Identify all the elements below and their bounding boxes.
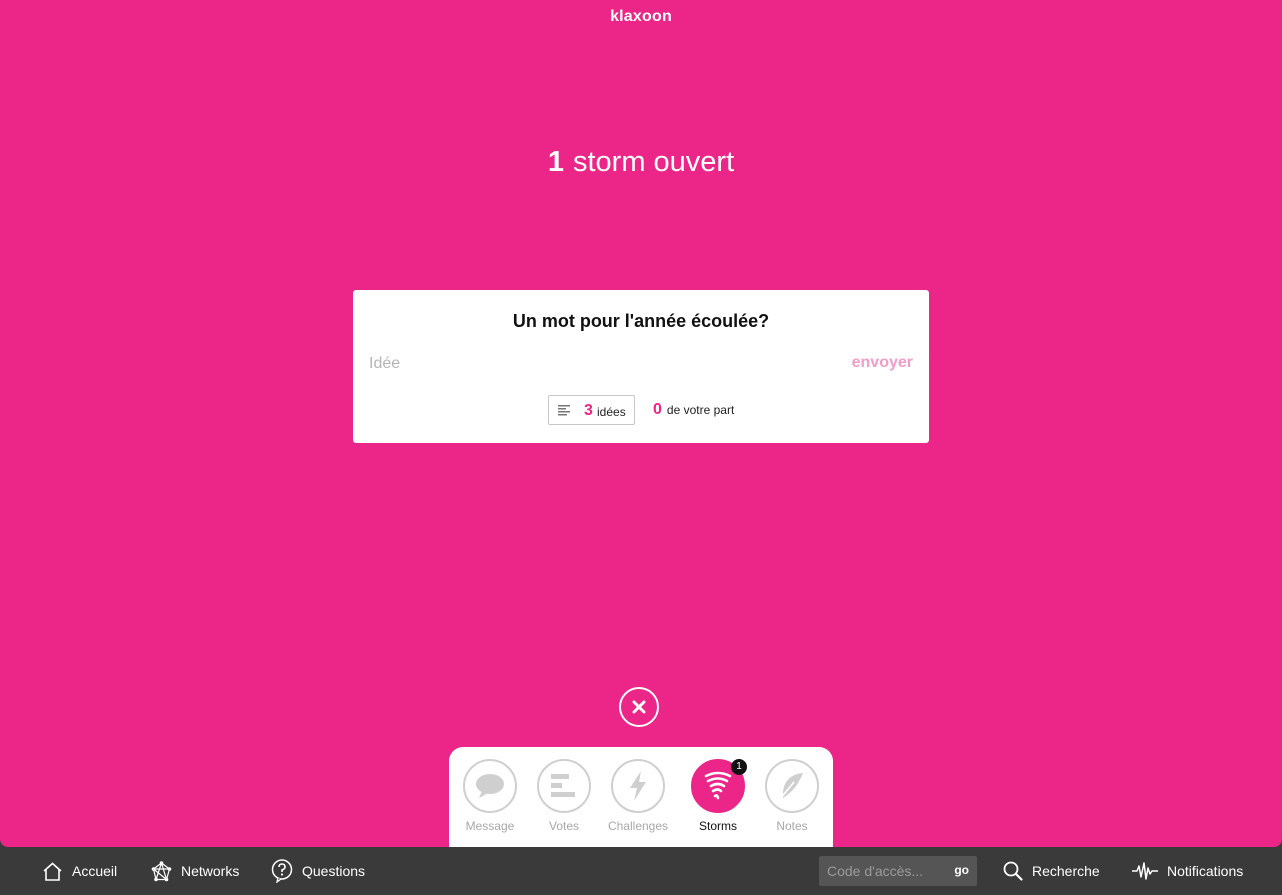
tool-message[interactable]: Message [453, 759, 527, 833]
access-code-input[interactable] [827, 861, 945, 881]
ideas-label: idées [597, 405, 626, 419]
my-ideas: 0 de votre part [653, 401, 734, 419]
page-title: 1 storm ouvert [0, 146, 1282, 179]
tool-storms[interactable]: 1 Storms [681, 759, 755, 833]
pulse-icon [1132, 862, 1158, 880]
idea-input[interactable] [369, 352, 829, 376]
tool-notes[interactable]: Notes [755, 759, 829, 833]
storm-question: Un mot pour l'année écoulée? [512, 311, 770, 331]
tool-challenges[interactable]: Challenges [601, 759, 675, 833]
klaxoon-logo[interactable]: klaxoon [0, 8, 1282, 26]
feather-icon [779, 773, 803, 800]
search-icon [1003, 861, 1023, 881]
ideas-list-button[interactable]: 3 idées [548, 395, 635, 425]
nav-networks-label: Networks [181, 863, 240, 879]
speech-bubble-icon [476, 774, 504, 798]
nav-home-label: Accueil [72, 863, 118, 879]
storm-card: Un mot pour l'année écoulée? envoyer 3 i… [353, 290, 929, 443]
home-icon [43, 861, 62, 881]
question-icon [271, 859, 293, 883]
nav-search[interactable]: Recherche [1003, 847, 1100, 895]
nav-notifications[interactable]: Notifications [1132, 847, 1243, 895]
tool-challenges-label: Challenges [607, 819, 669, 833]
tool-storms-label: Storms [698, 819, 737, 833]
nav-questions[interactable]: Questions [271, 847, 365, 895]
go-button[interactable]: go [954, 863, 969, 877]
close-button[interactable] [619, 687, 659, 727]
nav-networks[interactable]: Networks [151, 847, 239, 895]
lightning-icon [630, 771, 646, 801]
list-icon [558, 405, 570, 416]
open-storms-label: storm ouvert [572, 146, 735, 178]
my-ideas-label: de votre part [666, 403, 735, 417]
nav-search-label: Recherche [1032, 863, 1100, 879]
my-ideas-count: 0 [653, 401, 662, 418]
tools-tray: Message Votes Challenges 1 Storms Notes [449, 747, 833, 847]
send-button[interactable]: envoyer [852, 354, 913, 372]
nav-questions-label: Questions [302, 863, 366, 879]
tornado-icon [704, 771, 732, 800]
bars-icon [551, 774, 575, 797]
bottom-nav: Accueil Networks Questions go Recherc [0, 847, 1282, 895]
main-stage: klaxoon 1 storm ouvert Un mot pour l'anné… [0, 0, 1282, 847]
tool-votes-label: Votes [548, 819, 580, 833]
storms-badge: 1 [731, 759, 747, 775]
network-icon [151, 860, 172, 881]
nav-notifications-label: Notifications [1167, 863, 1244, 879]
tool-votes[interactable]: Votes [527, 759, 601, 833]
tool-notes-label: Notes [776, 819, 808, 833]
ideas-count: 3 [584, 402, 593, 419]
tool-message-label: Message [465, 819, 515, 833]
open-storms-count: 1 [547, 146, 564, 178]
nav-home[interactable]: Accueil [42, 847, 117, 895]
access-code-box: go [819, 856, 977, 886]
close-icon [632, 700, 646, 714]
